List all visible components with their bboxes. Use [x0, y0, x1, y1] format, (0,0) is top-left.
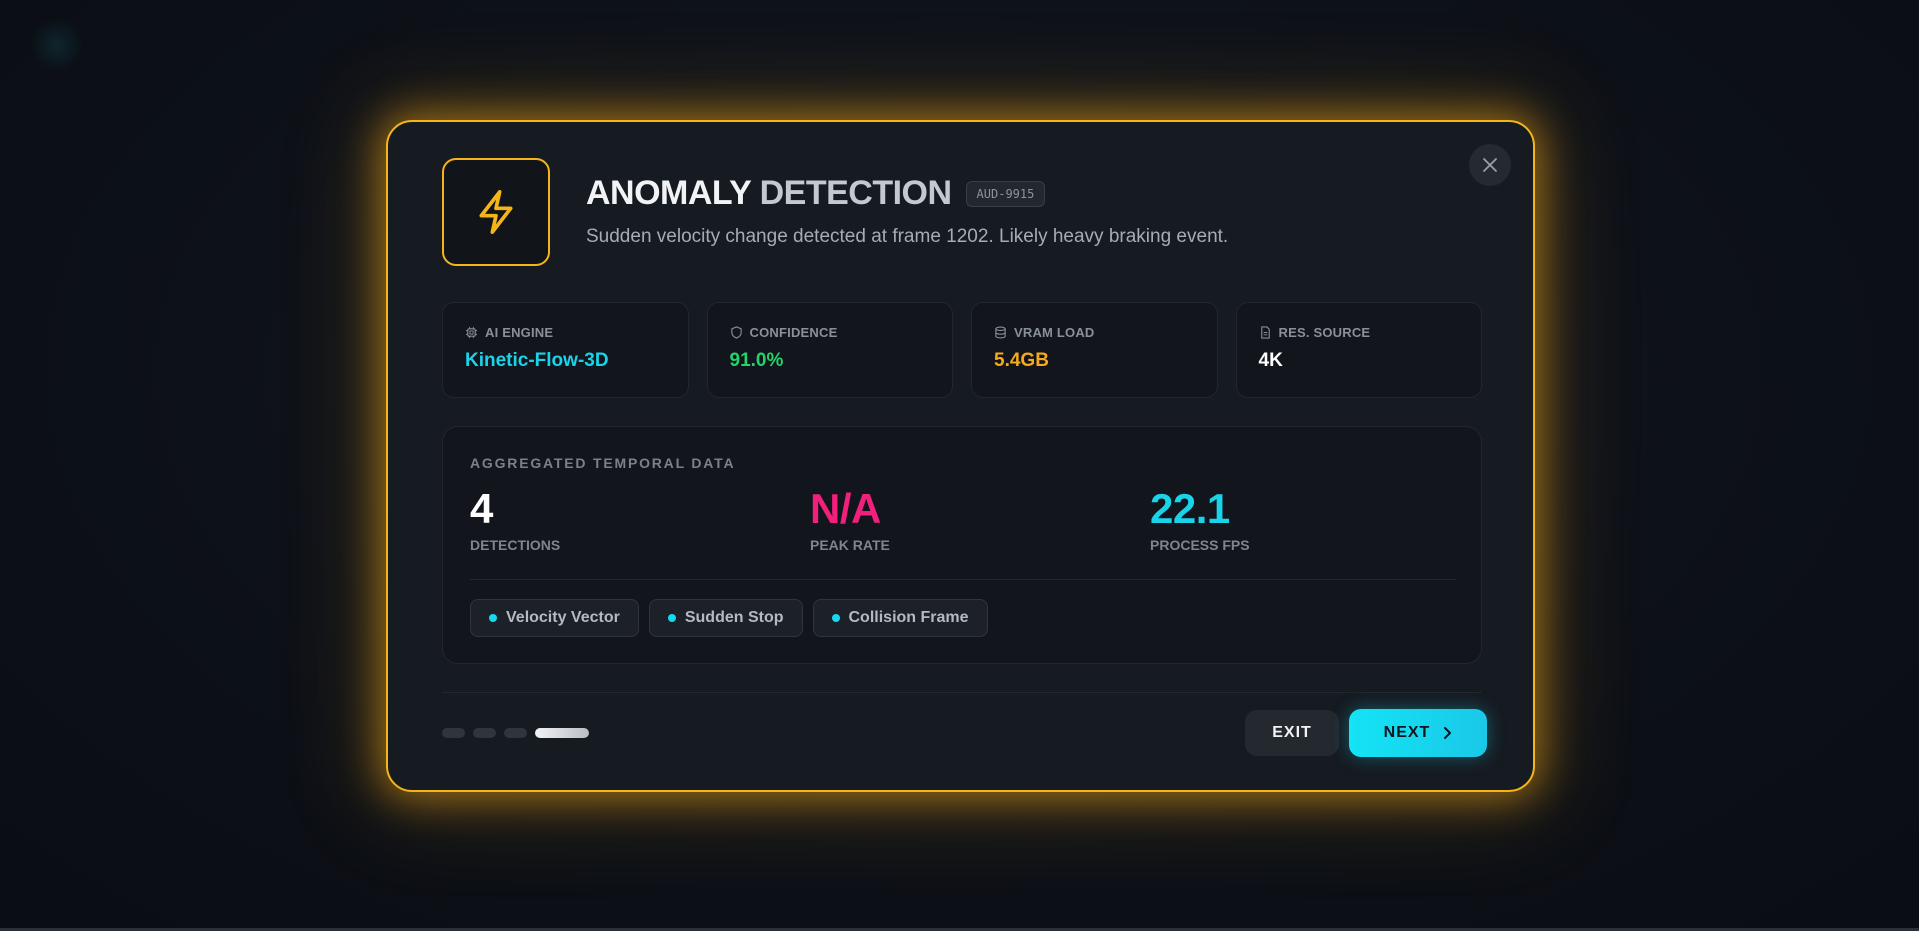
modal-title: ANOMALY DETECTION [586, 174, 952, 213]
tag-label: Velocity Vector [506, 609, 620, 626]
stat-value: Kinetic-Flow-3D [465, 350, 609, 371]
stat-label: RES. SOURCE [1278, 325, 1371, 340]
stat-card-confidence: CONFIDENCE 91.0% [706, 302, 953, 398]
stat-card-ai-engine: AI ENGINE Kinetic-Flow-3D [442, 302, 689, 398]
metric-value: 22.1 [1150, 485, 1230, 532]
shield-icon [730, 326, 742, 339]
tag-dot-icon [831, 614, 840, 622]
stat-label: AI ENGINE [485, 325, 554, 340]
file-icon [1260, 326, 1270, 339]
step-dot-2[interactable] [473, 728, 496, 738]
metric-label: DETECTIONS [470, 537, 561, 553]
modal-icon-box [442, 158, 550, 266]
close-button[interactable] [1469, 144, 1511, 186]
tag-collision-frame[interactable]: Collision Frame [812, 599, 988, 637]
tag-label: Sudden Stop [684, 609, 784, 626]
stat-value: 91.0% [729, 350, 784, 371]
metric-value: 4 [470, 485, 493, 532]
anomaly-modal: ANOMALY DETECTION AUD-9915 Sudden veloci… [386, 120, 1535, 792]
lightning-bolt-icon [479, 189, 513, 234]
tag-sudden-stop[interactable]: Sudden Stop [648, 599, 803, 637]
panel-title: AGGREGATED TEMPORAL DATA [470, 455, 736, 471]
footer-divider [442, 692, 1482, 693]
metric-label: PEAK RATE [810, 537, 890, 553]
temporal-data-panel: AGGREGATED TEMPORAL DATA 4 DETECTIONS N/… [442, 426, 1482, 664]
stat-card-vram-load: VRAM LOAD 5.4GB [971, 302, 1218, 398]
metric-label: PROCESS FPS [1150, 537, 1250, 553]
metric-peak-rate: N/A PEAK RATE [810, 485, 890, 553]
stat-card-res-source: RES. SOURCE 4K [1235, 302, 1482, 398]
tag-list: Velocity Vector Sudden Stop Collision Fr… [470, 599, 988, 637]
panel-divider [470, 579, 1456, 580]
id-badge: AUD-9915 [965, 180, 1046, 207]
metric-value: N/A [810, 485, 881, 532]
metric-detections: 4 DETECTIONS [470, 485, 560, 553]
next-label: NEXT [1383, 724, 1431, 741]
step-dot-4-active[interactable] [535, 728, 589, 738]
tag-dot-icon [489, 614, 497, 622]
tag-velocity-vector[interactable]: Velocity Vector [470, 599, 639, 637]
modal-subtitle: Sudden velocity change detected at frame… [586, 226, 1229, 247]
step-dot-1[interactable] [442, 728, 465, 738]
stat-label: CONFIDENCE [749, 325, 838, 340]
stats-row: AI ENGINE Kinetic-Flow-3D CONFIDENCE 91.… [442, 302, 1482, 398]
title-secondary: DETECTION [759, 174, 952, 212]
background-logo-blur [30, 18, 84, 72]
chip-icon [465, 326, 478, 339]
chevron-right-icon [1444, 727, 1452, 739]
next-button[interactable]: NEXT [1349, 709, 1487, 757]
stat-value: 5.4GB [994, 350, 1049, 371]
step-dot-3[interactable] [504, 728, 527, 738]
exit-button[interactable]: EXIT [1245, 710, 1339, 756]
title-primary: ANOMALY [586, 174, 751, 212]
tag-dot-icon [667, 614, 676, 622]
database-icon [995, 326, 1006, 339]
stat-value: 4K [1258, 350, 1283, 371]
metrics-row: 4 DETECTIONS N/A PEAK RATE 22.1 PROCESS … [470, 485, 1460, 565]
stat-label: VRAM LOAD [1014, 325, 1095, 340]
step-indicator [442, 728, 589, 738]
title-row: ANOMALY DETECTION AUD-9915 [586, 174, 1046, 213]
close-icon [1483, 158, 1497, 172]
tag-label: Collision Frame [848, 609, 969, 626]
metric-process-fps: 22.1 PROCESS FPS [1150, 485, 1250, 553]
